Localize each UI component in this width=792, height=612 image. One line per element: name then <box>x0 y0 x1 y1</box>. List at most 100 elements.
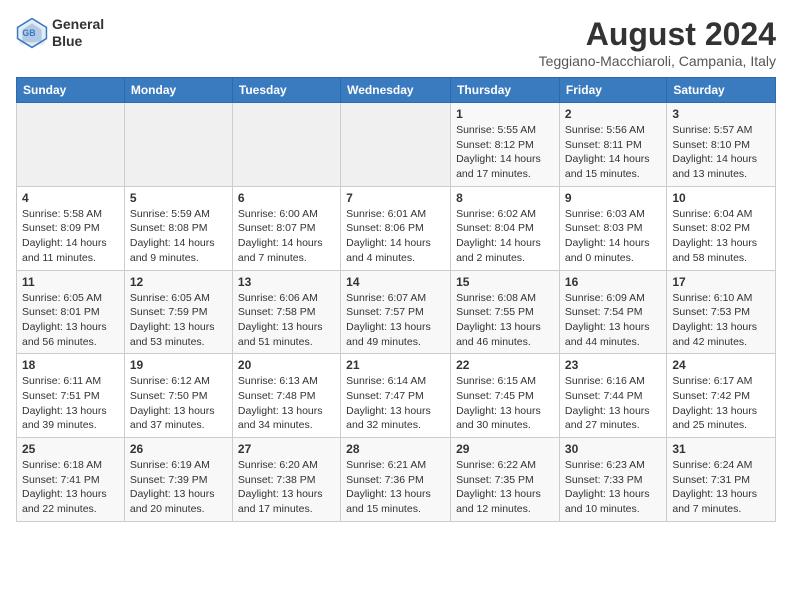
day-number: 7 <box>346 191 445 205</box>
day-cell: 29 Sunrise: 6:22 AM Sunset: 7:35 PM Dayli… <box>451 438 560 522</box>
day-number: 10 <box>672 191 770 205</box>
day-cell: 7 Sunrise: 6:01 AM Sunset: 8:06 PM Daylig… <box>341 186 451 270</box>
day-number: 9 <box>565 191 661 205</box>
day-cell: 18Sunrise: 6:11 AM Sunset: 7:51 PM Dayli… <box>17 354 125 438</box>
header-friday: Friday <box>559 78 666 103</box>
week-row-2: 4 Sunrise: 5:58 AM Sunset: 8:09 PM Daylig… <box>17 186 776 270</box>
day-cell: 14 Sunrise: 6:07 AM Sunset: 7:57 PM Dayli… <box>341 270 451 354</box>
day-info: Sunrise: 6:05 AM Sunset: 8:01 PM Dayligh… <box>22 291 119 350</box>
day-cell: 5 Sunrise: 5:59 AM Sunset: 8:08 PM Daylig… <box>124 186 232 270</box>
day-cell <box>124 103 232 187</box>
header-saturday: Saturday <box>667 78 776 103</box>
day-number: 29 <box>456 442 554 456</box>
day-number: 1 <box>456 107 554 121</box>
day-info: Sunrise: 6:02 AM Sunset: 8:04 PM Dayligh… <box>456 207 554 266</box>
calendar-table: SundayMondayTuesdayWednesdayThursdayFrid… <box>16 77 776 522</box>
day-cell: 17 Sunrise: 6:10 AM Sunset: 7:53 PM Dayli… <box>667 270 776 354</box>
day-info: Sunrise: 6:07 AM Sunset: 7:57 PM Dayligh… <box>346 291 445 350</box>
header-tuesday: Tuesday <box>232 78 340 103</box>
day-info: Sunrise: 6:22 AM Sunset: 7:35 PM Dayligh… <box>456 458 554 517</box>
header-thursday: Thursday <box>451 78 560 103</box>
day-number: 13 <box>238 275 335 289</box>
day-number: 21 <box>346 358 445 372</box>
week-row-1: 1Sunrise: 5:55 AM Sunset: 8:12 PM Daylig… <box>17 103 776 187</box>
day-number: 19 <box>130 358 227 372</box>
day-cell: 8 Sunrise: 6:02 AM Sunset: 8:04 PM Daylig… <box>451 186 560 270</box>
day-number: 2 <box>565 107 661 121</box>
day-cell: 12 Sunrise: 6:05 AM Sunset: 7:59 PM Dayli… <box>124 270 232 354</box>
day-cell <box>232 103 340 187</box>
day-cell <box>17 103 125 187</box>
day-number: 20 <box>238 358 335 372</box>
day-info: Sunrise: 6:01 AM Sunset: 8:06 PM Dayligh… <box>346 207 445 266</box>
header-wednesday: Wednesday <box>341 78 451 103</box>
day-info: Sunrise: 6:17 AM Sunset: 7:42 PM Dayligh… <box>672 374 770 433</box>
day-number: 18 <box>22 358 119 372</box>
day-cell: 4 Sunrise: 5:58 AM Sunset: 8:09 PM Daylig… <box>17 186 125 270</box>
day-info: Sunrise: 6:04 AM Sunset: 8:02 PM Dayligh… <box>672 207 770 266</box>
svg-text:GB: GB <box>22 28 35 38</box>
day-cell: 26Sunrise: 6:19 AM Sunset: 7:39 PM Dayli… <box>124 438 232 522</box>
day-number: 4 <box>22 191 119 205</box>
day-number: 25 <box>22 442 119 456</box>
logo-line2: Blue <box>52 33 104 50</box>
day-cell: 2 Sunrise: 5:56 AM Sunset: 8:11 PM Daylig… <box>559 103 666 187</box>
day-info: Sunrise: 6:00 AM Sunset: 8:07 PM Dayligh… <box>238 207 335 266</box>
logo: GB General Blue <box>16 16 104 50</box>
day-info: Sunrise: 5:56 AM Sunset: 8:11 PM Dayligh… <box>565 123 661 182</box>
day-info: Sunrise: 6:21 AM Sunset: 7:36 PM Dayligh… <box>346 458 445 517</box>
day-info: Sunrise: 5:59 AM Sunset: 8:08 PM Dayligh… <box>130 207 227 266</box>
title-area: August 2024 Teggiano-Macchiaroli, Campan… <box>539 16 776 69</box>
day-info: Sunrise: 6:18 AM Sunset: 7:41 PM Dayligh… <box>22 458 119 517</box>
day-cell: 3 Sunrise: 5:57 AM Sunset: 8:10 PM Daylig… <box>667 103 776 187</box>
day-number: 16 <box>565 275 661 289</box>
day-number: 17 <box>672 275 770 289</box>
day-number: 27 <box>238 442 335 456</box>
day-cell: 24 Sunrise: 6:17 AM Sunset: 7:42 PM Dayli… <box>667 354 776 438</box>
day-info: Sunrise: 6:20 AM Sunset: 7:38 PM Dayligh… <box>238 458 335 517</box>
day-number: 8 <box>456 191 554 205</box>
day-info: Sunrise: 6:09 AM Sunset: 7:54 PM Dayligh… <box>565 291 661 350</box>
day-info: Sunrise: 5:58 AM Sunset: 8:09 PM Dayligh… <box>22 207 119 266</box>
week-row-5: 25 Sunrise: 6:18 AM Sunset: 7:41 PM Dayli… <box>17 438 776 522</box>
day-info: Sunrise: 6:15 AM Sunset: 7:45 PM Dayligh… <box>456 374 554 433</box>
day-info: Sunrise: 6:16 AM Sunset: 7:44 PM Dayligh… <box>565 374 661 433</box>
day-number: 30 <box>565 442 661 456</box>
header-sunday: Sunday <box>17 78 125 103</box>
day-info: Sunrise: 6:10 AM Sunset: 7:53 PM Dayligh… <box>672 291 770 350</box>
calendar-header-row: SundayMondayTuesdayWednesdayThursdayFrid… <box>17 78 776 103</box>
day-cell: 13 Sunrise: 6:06 AM Sunset: 7:58 PM Dayli… <box>232 270 340 354</box>
day-info: Sunrise: 6:03 AM Sunset: 8:03 PM Dayligh… <box>565 207 661 266</box>
day-cell: 16 Sunrise: 6:09 AM Sunset: 7:54 PM Dayli… <box>559 270 666 354</box>
day-number: 12 <box>130 275 227 289</box>
day-cell: 23 Sunrise: 6:16 AM Sunset: 7:44 PM Dayli… <box>559 354 666 438</box>
day-number: 11 <box>22 275 119 289</box>
day-number: 23 <box>565 358 661 372</box>
week-row-4: 18Sunrise: 6:11 AM Sunset: 7:51 PM Dayli… <box>17 354 776 438</box>
day-info: Sunrise: 6:23 AM Sunset: 7:33 PM Dayligh… <box>565 458 661 517</box>
day-number: 26 <box>130 442 227 456</box>
day-number: 14 <box>346 275 445 289</box>
day-cell: 25 Sunrise: 6:18 AM Sunset: 7:41 PM Dayli… <box>17 438 125 522</box>
logo-icon: GB <box>16 17 48 49</box>
day-info: Sunrise: 6:05 AM Sunset: 7:59 PM Dayligh… <box>130 291 227 350</box>
day-number: 31 <box>672 442 770 456</box>
day-number: 24 <box>672 358 770 372</box>
day-info: Sunrise: 6:24 AM Sunset: 7:31 PM Dayligh… <box>672 458 770 517</box>
day-info: Sunrise: 6:12 AM Sunset: 7:50 PM Dayligh… <box>130 374 227 433</box>
day-cell: 15Sunrise: 6:08 AM Sunset: 7:55 PM Dayli… <box>451 270 560 354</box>
day-cell: 21Sunrise: 6:14 AM Sunset: 7:47 PM Dayli… <box>341 354 451 438</box>
day-cell: 28 Sunrise: 6:21 AM Sunset: 7:36 PM Dayli… <box>341 438 451 522</box>
day-info: Sunrise: 6:06 AM Sunset: 7:58 PM Dayligh… <box>238 291 335 350</box>
day-number: 6 <box>238 191 335 205</box>
day-number: 3 <box>672 107 770 121</box>
day-number: 28 <box>346 442 445 456</box>
day-info: Sunrise: 5:57 AM Sunset: 8:10 PM Dayligh… <box>672 123 770 182</box>
day-cell: 9 Sunrise: 6:03 AM Sunset: 8:03 PM Daylig… <box>559 186 666 270</box>
day-number: 5 <box>130 191 227 205</box>
month-year: August 2024 <box>539 16 776 53</box>
day-info: Sunrise: 6:08 AM Sunset: 7:55 PM Dayligh… <box>456 291 554 350</box>
day-info: Sunrise: 6:13 AM Sunset: 7:48 PM Dayligh… <box>238 374 335 433</box>
day-number: 22 <box>456 358 554 372</box>
week-row-3: 11 Sunrise: 6:05 AM Sunset: 8:01 PM Dayli… <box>17 270 776 354</box>
